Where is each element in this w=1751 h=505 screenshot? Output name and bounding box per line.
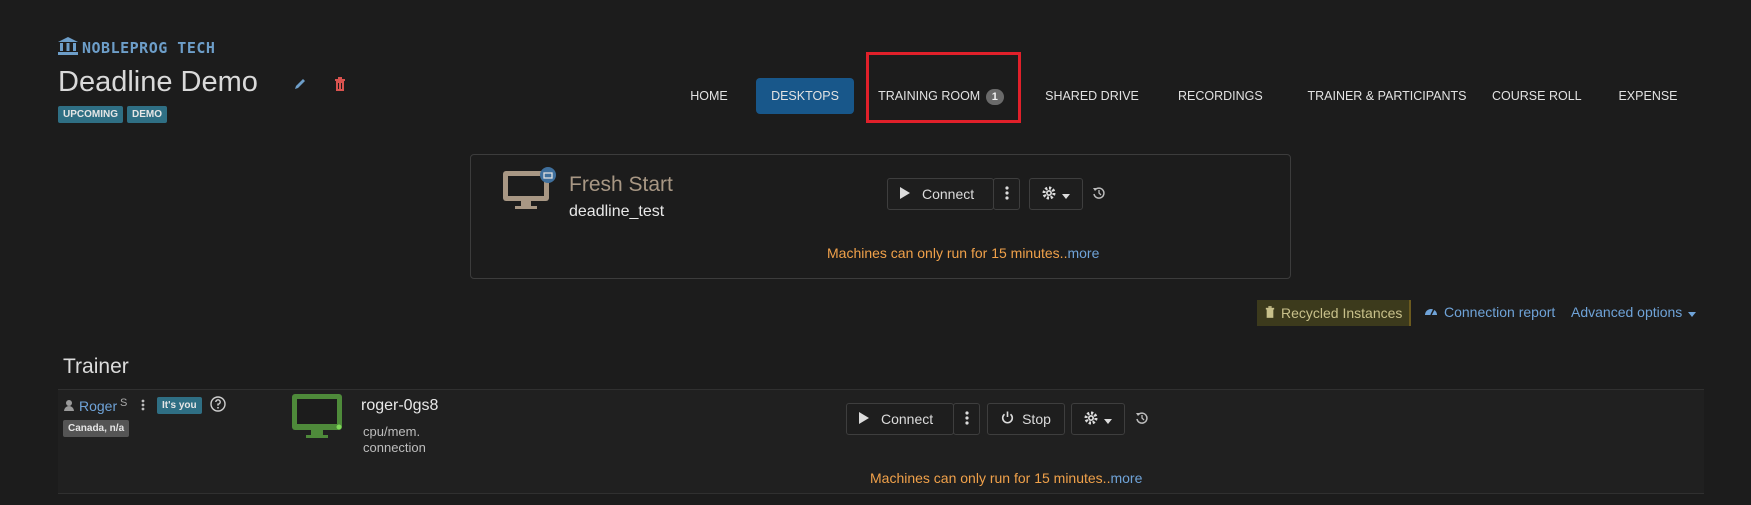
gear-icon xyxy=(1042,186,1056,203)
tab-expense[interactable]: EXPENSE xyxy=(1616,78,1680,114)
cpu-mem-stat: cpu/mem. xyxy=(363,424,421,439)
trainer-heading: Trainer xyxy=(63,355,129,378)
advanced-options-label: Advanced options xyxy=(1571,304,1683,320)
page-title: Deadline Demo xyxy=(58,66,258,98)
gear-icon xyxy=(1084,411,1098,428)
connection-report-link[interactable]: Connection report xyxy=(1424,304,1555,320)
org-name: NOBLEPROG TECH xyxy=(82,39,216,57)
stop-label: Stop xyxy=(1022,411,1051,427)
tab-desktops[interactable]: DESKTOPS xyxy=(756,78,854,114)
desktop-monitor-icon xyxy=(501,167,557,218)
pencil-icon[interactable] xyxy=(293,77,307,96)
connect-more-button[interactable] xyxy=(993,178,1020,210)
vertical-dots-icon xyxy=(1004,185,1009,203)
caret-down-icon xyxy=(1062,186,1070,202)
status-badge-upcoming: UPCOMING xyxy=(58,106,123,123)
help-icon[interactable] xyxy=(210,396,226,417)
location-badge: Canada, n/a xyxy=(63,420,130,437)
template-id: deadline_test xyxy=(569,203,665,220)
more-link[interactable]: more xyxy=(1110,470,1142,486)
connection-report-label: Connection report xyxy=(1444,304,1556,320)
settings-dropdown-button[interactable] xyxy=(1029,178,1083,210)
user-icon xyxy=(64,398,74,416)
stop-button[interactable]: Stop xyxy=(987,403,1065,435)
connect-button[interactable]: Connect xyxy=(887,178,994,210)
trainer-row: Roger S It's you Canada, n/a roger-0gs8 … xyxy=(58,389,1704,494)
template-panel: Fresh Start deadline_test Connect Machin… xyxy=(470,154,1291,279)
history-icon[interactable] xyxy=(1092,186,1106,205)
status-badge-demo: DEMO xyxy=(127,106,167,123)
play-icon xyxy=(900,186,910,202)
connect-more-button[interactable] xyxy=(953,403,980,435)
trash-icon[interactable] xyxy=(334,77,346,96)
connect-label: Connect xyxy=(922,186,975,202)
time-limit-warning: Machines can only run for 15 minutes..mo… xyxy=(870,470,1142,486)
warning-text: Machines can only run for 15 minutes.. xyxy=(827,245,1068,261)
tab-trainer-participants[interactable]: TRAINER & PARTICIPANTS xyxy=(1297,78,1477,114)
caret-down-icon xyxy=(1688,304,1697,320)
warning-text: Machines can only run for 15 minutes.. xyxy=(870,470,1111,486)
vertical-dots-icon xyxy=(964,410,969,428)
template-name: Fresh Start xyxy=(569,173,673,196)
history-icon[interactable] xyxy=(1135,411,1149,430)
tab-course-roll[interactable]: COURSE ROLL xyxy=(1492,78,1582,114)
dashboard-icon xyxy=(1424,304,1438,320)
settings-dropdown-button[interactable] xyxy=(1071,403,1125,435)
desktop-monitor-icon xyxy=(292,394,344,445)
bank-icon xyxy=(58,37,78,59)
tab-shared-drive[interactable]: SHARED DRIVE xyxy=(1044,78,1140,114)
highlight-box xyxy=(866,52,1021,123)
org-label: NOBLEPROG TECH xyxy=(58,37,215,59)
trainer-initial: S xyxy=(120,397,128,409)
tab-home[interactable]: HOME xyxy=(682,78,736,114)
advanced-options-dropdown[interactable]: Advanced options xyxy=(1571,304,1697,320)
time-limit-warning: Machines can only run for 15 minutes..mo… xyxy=(827,245,1099,261)
its-you-badge: It's you xyxy=(157,397,202,414)
recycled-instances-label: Recycled Instances xyxy=(1281,305,1403,321)
tab-recordings[interactable]: RECORDINGS xyxy=(1178,78,1263,114)
more-link[interactable]: more xyxy=(1067,245,1099,261)
caret-down-icon xyxy=(1104,411,1112,427)
vertical-dots-icon[interactable] xyxy=(141,398,145,416)
status-badges: UPCOMING DEMO xyxy=(58,106,167,123)
connect-label: Connect xyxy=(881,411,934,427)
recycled-instances-button[interactable]: Recycled Instances xyxy=(1257,300,1412,326)
power-icon xyxy=(1001,411,1014,427)
connect-button[interactable]: Connect xyxy=(846,403,954,435)
machine-name: roger-0gs8 xyxy=(361,397,439,414)
play-icon xyxy=(859,411,869,427)
trash-icon xyxy=(1265,305,1275,321)
trainer-name-link[interactable]: Roger xyxy=(79,398,117,414)
connection-stat: connection xyxy=(363,440,426,455)
